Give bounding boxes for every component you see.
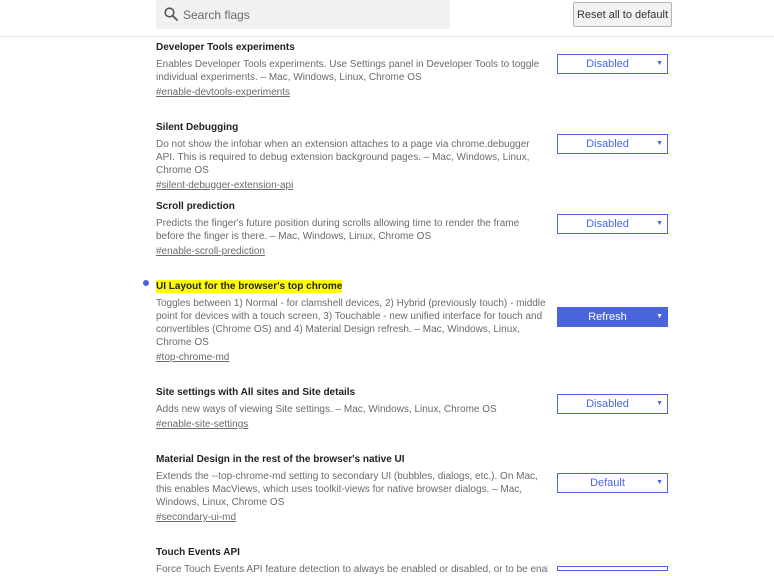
search-input[interactable] bbox=[183, 0, 433, 29]
flag-dropdown[interactable]: Disabled ▼ bbox=[557, 134, 668, 154]
flag-dropdown[interactable]: Disabled ▼ bbox=[557, 54, 668, 74]
flag-title: UI Layout for the browser's top chrome bbox=[156, 280, 343, 293]
dropdown-arrow-icon: ▼ bbox=[656, 60, 663, 67]
dropdown-value: Refresh bbox=[588, 311, 627, 323]
flag-title: Developer Tools experiments bbox=[156, 42, 295, 53]
flag-dropdown[interactable]: Disabled ▼ bbox=[557, 214, 668, 234]
modified-indicator bbox=[143, 280, 149, 286]
flag-permalink[interactable]: #enable-scroll-prediction bbox=[156, 245, 676, 258]
dropdown-value: Default bbox=[590, 477, 625, 489]
top-toolbar: Reset all to default bbox=[0, 0, 774, 37]
flag-title: Silent Debugging bbox=[156, 122, 239, 133]
flag-description: Enables Developer Tools experiments. Use… bbox=[156, 59, 540, 83]
flag-title: Touch Events API bbox=[156, 547, 240, 558]
dropdown-value: Disabled bbox=[586, 138, 629, 150]
flag-dropdown[interactable]: Refresh ▼ bbox=[557, 307, 668, 327]
flag-title: Site settings with All sites and Site de… bbox=[156, 387, 356, 398]
flag-title: Material Design in the rest of the brows… bbox=[156, 454, 405, 465]
dropdown-arrow-icon: ▼ bbox=[656, 140, 663, 147]
dropdown-arrow-icon: ▼ bbox=[656, 220, 663, 227]
flag-item: Silent Debugging Do not show the infobar… bbox=[156, 117, 676, 192]
flag-description: Toggles between 1) Normal - for clamshel… bbox=[156, 298, 546, 348]
flag-description: Do not show the infobar when an extensio… bbox=[156, 139, 530, 176]
search-box[interactable] bbox=[156, 0, 450, 29]
flag-dropdown[interactable] bbox=[557, 566, 668, 571]
dropdown-arrow-icon: ▼ bbox=[656, 313, 663, 320]
flag-description: Adds new ways of viewing Site settings. … bbox=[156, 404, 497, 415]
flag-permalink[interactable]: #enable-site-settings bbox=[156, 418, 676, 431]
flag-permalink[interactable]: #top-chrome-md bbox=[156, 351, 676, 364]
search-icon bbox=[164, 7, 178, 21]
flag-description: Extends the --top-chrome-md setting to s… bbox=[156, 471, 538, 508]
dropdown-value: Disabled bbox=[586, 218, 629, 230]
flag-description: Force Touch Events API feature detection… bbox=[156, 564, 548, 575]
flag-dropdown[interactable]: Default ▼ bbox=[557, 473, 668, 493]
flag-permalink[interactable]: #enable-devtools-experiments bbox=[156, 86, 676, 99]
flag-dropdown[interactable]: Disabled ▼ bbox=[557, 394, 668, 414]
dropdown-arrow-icon: ▼ bbox=[656, 400, 663, 407]
flag-description: Predicts the finger's future position du… bbox=[156, 218, 520, 242]
flag-permalink[interactable]: #silent-debugger-extension-api bbox=[156, 179, 676, 192]
dropdown-value: Disabled bbox=[586, 58, 629, 70]
dropdown-value: Disabled bbox=[586, 398, 629, 410]
reset-all-button[interactable]: Reset all to default bbox=[573, 2, 672, 27]
flag-title: Scroll prediction bbox=[156, 201, 235, 212]
flag-permalink[interactable]: #secondary-ui-md bbox=[156, 511, 676, 524]
dropdown-arrow-icon: ▼ bbox=[656, 479, 663, 486]
